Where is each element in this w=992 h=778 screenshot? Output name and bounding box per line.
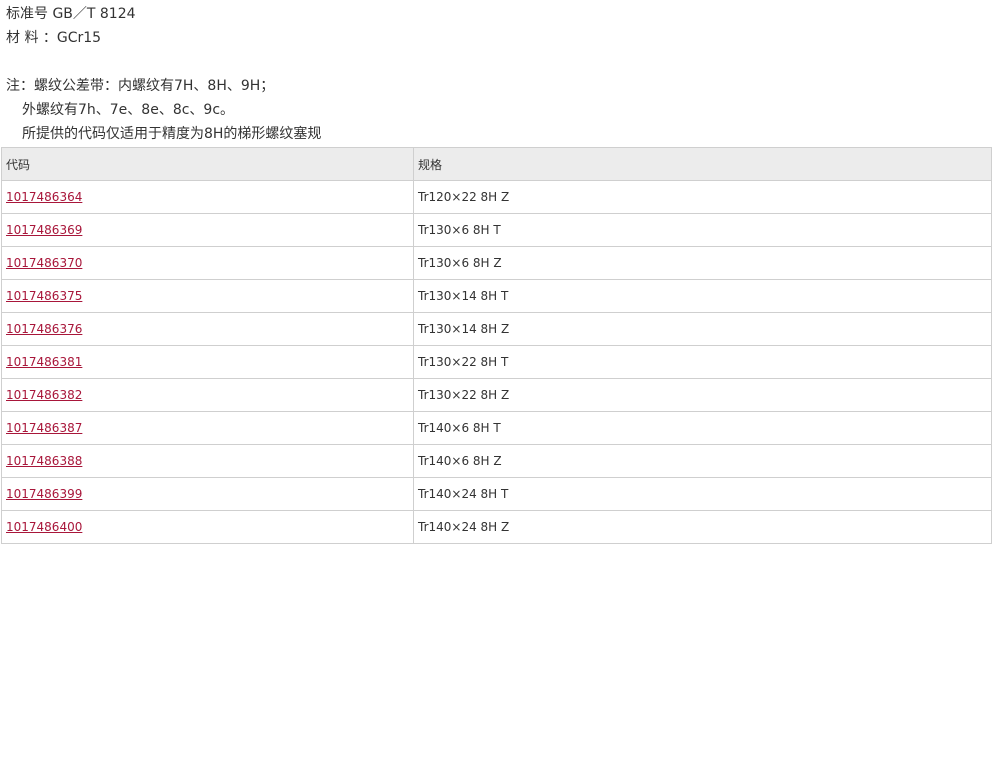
code-cell: 1017486364 [1,180,414,214]
code-cell: 1017486387 [1,411,414,445]
code-cell: 1017486375 [1,279,414,313]
product-info: 标准号 GB／T 8124 材 料 ：GCr15 注：螺纹公差带：内螺纹有7H、… [6,2,986,146]
table-row: 1017486369 Tr130×6 8H T [1,213,992,247]
code-link[interactable]: 1017486388 [6,454,82,468]
table-row: 1017486381 Tr130×22 8H T [1,345,992,379]
spec-cell: Tr130×6 8H T [413,213,992,247]
table-header-row: 代码 规格 [1,147,992,181]
material: 材 料 ：GCr15 [6,30,102,46]
table-row: 1017486400 Tr140×24 8H Z [1,510,992,544]
column-header-spec: 规格 [413,147,992,181]
standard-number: 标准号 GB／T 8124 [6,6,136,22]
table-row: 1017486387 Tr140×6 8H T [1,411,992,445]
table-row: 1017486382 Tr130×22 8H Z [1,378,992,412]
column-header-code: 代码 [1,147,414,181]
spec-cell: Tr130×14 8H Z [413,312,992,346]
table-row: 1017486399 Tr140×24 8H T [1,477,992,511]
spec-cell: Tr140×24 8H T [413,477,992,511]
code-link[interactable]: 1017486381 [6,355,82,369]
code-cell: 1017486382 [1,378,414,412]
code-cell: 1017486381 [1,345,414,379]
spec-cell: Tr140×6 8H Z [413,444,992,478]
code-cell: 1017486399 [1,477,414,511]
code-link[interactable]: 1017486364 [6,190,82,204]
code-link[interactable]: 1017486382 [6,388,82,402]
spec-cell: Tr130×22 8H Z [413,378,992,412]
code-link[interactable]: 1017486370 [6,256,82,270]
spec-cell: Tr140×24 8H Z [413,510,992,544]
spec-cell: Tr140×6 8H T [413,411,992,445]
code-link[interactable]: 1017486369 [6,223,82,237]
spec-cell: Tr130×22 8H T [413,345,992,379]
spec-table: 代码 规格 1017486364 Tr120×22 8H Z 101748636… [1,147,992,544]
code-link[interactable]: 1017486399 [6,487,82,501]
table-row: 1017486388 Tr140×6 8H Z [1,444,992,478]
note-tolerance-external: 外螺纹有7h、7e、8e、8c、9c。 [22,102,235,118]
table-row: 1017486364 Tr120×22 8H Z [1,180,992,214]
table-row: 1017486376 Tr130×14 8H Z [1,312,992,346]
spec-cell: Tr130×6 8H Z [413,246,992,280]
code-cell: 1017486400 [1,510,414,544]
code-link[interactable]: 1017486376 [6,322,82,336]
note-tolerance-internal: 注：螺纹公差带：内螺纹有7H、8H、9H； [6,78,275,94]
table-row: 1017486370 Tr130×6 8H Z [1,246,992,280]
code-cell: 1017486376 [1,312,414,346]
table-row: 1017486375 Tr130×14 8H T [1,279,992,313]
code-cell: 1017486369 [1,213,414,247]
code-cell: 1017486370 [1,246,414,280]
code-link[interactable]: 1017486387 [6,421,82,435]
note-code-applicability: 所提供的代码仅适用于精度为8H的梯形螺纹塞规 [22,126,322,142]
code-link[interactable]: 1017486375 [6,289,82,303]
spec-cell: Tr120×22 8H Z [413,180,992,214]
spec-cell: Tr130×14 8H T [413,279,992,313]
code-link[interactable]: 1017486400 [6,520,82,534]
code-cell: 1017486388 [1,444,414,478]
